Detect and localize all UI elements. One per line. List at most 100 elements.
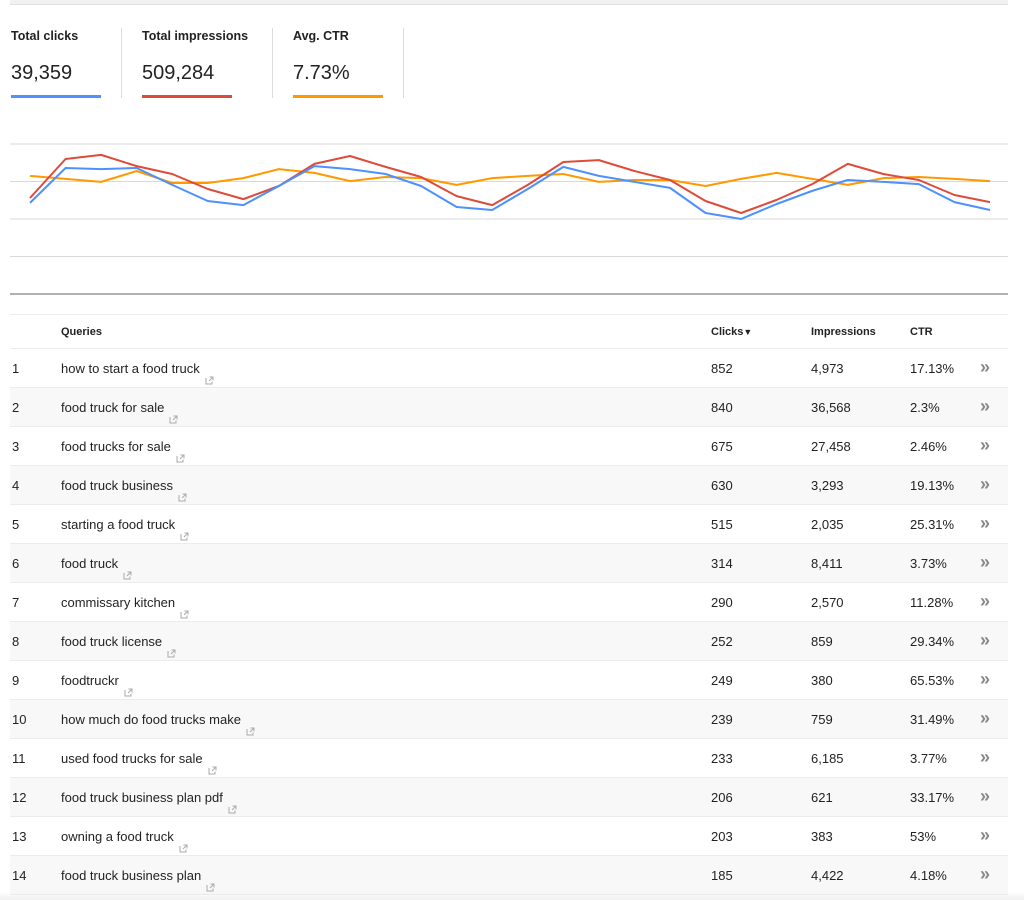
row-clicks: 203	[711, 829, 733, 844]
row-clicks: 252	[711, 634, 733, 649]
external-link-icon[interactable]	[178, 490, 187, 502]
header-impressions[interactable]: Impressions	[811, 326, 876, 338]
metric-value: 509,284	[142, 62, 215, 84]
external-link-icon[interactable]	[205, 373, 214, 385]
header-clicks-label: Clicks	[711, 326, 744, 338]
row-details-chevron-icon[interactable]: »	[980, 591, 990, 612]
header-ctr[interactable]: CTR	[910, 326, 933, 338]
external-link-icon[interactable]	[208, 763, 217, 775]
external-link-icon[interactable]	[206, 880, 215, 892]
table-row[interactable]: 13 owning a food truck 203 383 53% »	[10, 817, 1008, 856]
row-rank: 2	[12, 400, 20, 415]
row-query[interactable]: owning a food truck	[61, 829, 188, 853]
row-impressions: 859	[811, 634, 833, 649]
row-query[interactable]: starting a food truck	[61, 517, 189, 541]
row-query[interactable]: foodtruckr	[61, 673, 133, 697]
table-header: Queries Clicks▼ Impressions CTR	[10, 314, 1008, 349]
table-row[interactable]: 3 food trucks for sale 675 27,458 2.46% »	[10, 427, 1008, 466]
row-ctr: 2.46%	[910, 439, 947, 454]
table-row[interactable]: 8 food truck license 252 859 29.34% »	[10, 622, 1008, 661]
row-details-chevron-icon[interactable]: »	[980, 396, 990, 417]
row-ctr: 3.73%	[910, 556, 947, 571]
queries-table: Queries Clicks▼ Impressions CTR 1 how to …	[10, 314, 1008, 895]
query-text: owning a food truck	[61, 829, 174, 844]
table-row[interactable]: 10 how much do food trucks make 239 759 31.4…	[10, 700, 1008, 739]
row-clicks: 630	[711, 478, 733, 493]
metric-color-bar	[11, 95, 101, 98]
external-link-icon[interactable]	[124, 685, 133, 697]
scroll-fade	[0, 892, 1024, 900]
row-impressions: 4,422	[811, 868, 844, 883]
header-clicks[interactable]: Clicks▼	[711, 326, 752, 338]
external-link-icon[interactable]	[180, 607, 189, 619]
row-rank: 9	[12, 673, 20, 688]
external-link-icon[interactable]	[167, 646, 176, 658]
row-rank: 5	[12, 517, 20, 532]
table-row[interactable]: 4 food truck business 630 3,293 19.13% »	[10, 466, 1008, 505]
metric-total-impressions[interactable]: Total impressions 509,284	[122, 22, 273, 98]
metric-total-clicks[interactable]: Total clicks 39,359	[0, 22, 122, 98]
row-clicks: 852	[711, 361, 733, 376]
metric-avg-ctr[interactable]: Avg. CTR 7.73%	[273, 22, 404, 98]
row-details-chevron-icon[interactable]: »	[980, 747, 990, 768]
query-text: commissary kitchen	[61, 595, 176, 610]
row-query[interactable]: commissary kitchen	[61, 595, 189, 619]
external-link-icon[interactable]	[169, 412, 178, 424]
row-rank: 12	[12, 790, 27, 805]
external-link-icon[interactable]	[123, 568, 132, 580]
row-query[interactable]: food trucks for sale	[61, 439, 185, 463]
row-clicks: 249	[711, 673, 733, 688]
row-details-chevron-icon[interactable]: »	[980, 513, 990, 534]
row-query[interactable]: how much do food trucks make	[61, 712, 255, 736]
external-link-icon[interactable]	[228, 802, 237, 814]
table-row[interactable]: 1 how to start a food truck 852 4,973 17.13%…	[10, 349, 1008, 388]
table-row[interactable]: 7 commissary kitchen 290 2,570 11.28% »	[10, 583, 1008, 622]
row-query[interactable]: food truck license	[61, 634, 176, 658]
external-link-icon[interactable]	[179, 841, 188, 853]
table-row[interactable]: 14 food truck business plan 185 4,422 4.18% »	[10, 856, 1008, 895]
row-details-chevron-icon[interactable]: »	[980, 357, 990, 378]
row-clicks: 515	[711, 517, 733, 532]
row-query[interactable]: food truck business	[61, 478, 187, 502]
row-details-chevron-icon[interactable]: »	[980, 552, 990, 573]
row-ctr: 53%	[910, 829, 937, 844]
row-query[interactable]: how to start a food truck	[61, 361, 214, 385]
row-rank: 4	[12, 478, 20, 493]
row-rank: 14	[12, 868, 27, 883]
header-queries[interactable]: Queries	[61, 326, 102, 338]
query-text: food trucks for sale	[61, 439, 171, 454]
row-details-chevron-icon[interactable]: »	[980, 435, 990, 456]
table-body: 1 how to start a food truck 852 4,973 17.13%…	[10, 349, 1008, 895]
row-details-chevron-icon[interactable]: »	[980, 474, 990, 495]
row-query[interactable]: used food trucks for sale	[61, 751, 217, 775]
table-row[interactable]: 5 starting a food truck 515 2,035 25.31% »	[10, 505, 1008, 544]
table-row[interactable]: 2 food truck for sale 840 36,568 2.3% »	[10, 388, 1008, 427]
row-details-chevron-icon[interactable]: »	[980, 825, 990, 846]
table-row[interactable]: 11 used food trucks for sale 233 6,185 3.77%…	[10, 739, 1008, 778]
row-clicks: 314	[711, 556, 733, 571]
metric-label: Total clicks	[11, 29, 79, 43]
row-query[interactable]: food truck business plan pdf	[61, 790, 237, 814]
table-row[interactable]: 6 food truck 314 8,411 3.73% »	[10, 544, 1008, 583]
row-ctr: 31.49%	[910, 712, 955, 727]
row-query[interactable]: food truck for sale	[61, 400, 178, 424]
row-query[interactable]: food truck	[61, 556, 132, 580]
table-row[interactable]: 12 food truck business plan pdf 206 621 33.1…	[10, 778, 1008, 817]
row-ctr: 19.13%	[910, 478, 955, 493]
row-details-chevron-icon[interactable]: »	[980, 630, 990, 651]
external-link-icon[interactable]	[176, 451, 185, 463]
external-link-icon[interactable]	[180, 529, 189, 541]
row-impressions: 759	[811, 712, 833, 727]
row-clicks: 206	[711, 790, 733, 805]
external-link-icon[interactable]	[246, 724, 255, 736]
row-impressions: 27,458	[811, 439, 851, 454]
row-rank: 6	[12, 556, 20, 571]
row-details-chevron-icon[interactable]: »	[980, 786, 990, 807]
row-query[interactable]: food truck business plan	[61, 868, 215, 892]
table-row[interactable]: 9 foodtruckr 249 380 65.53% »	[10, 661, 1008, 700]
row-details-chevron-icon[interactable]: »	[980, 708, 990, 729]
query-text: starting a food truck	[61, 517, 176, 532]
query-text: food truck license	[61, 634, 163, 649]
row-details-chevron-icon[interactable]: »	[980, 669, 990, 690]
row-details-chevron-icon[interactable]: »	[980, 864, 990, 885]
